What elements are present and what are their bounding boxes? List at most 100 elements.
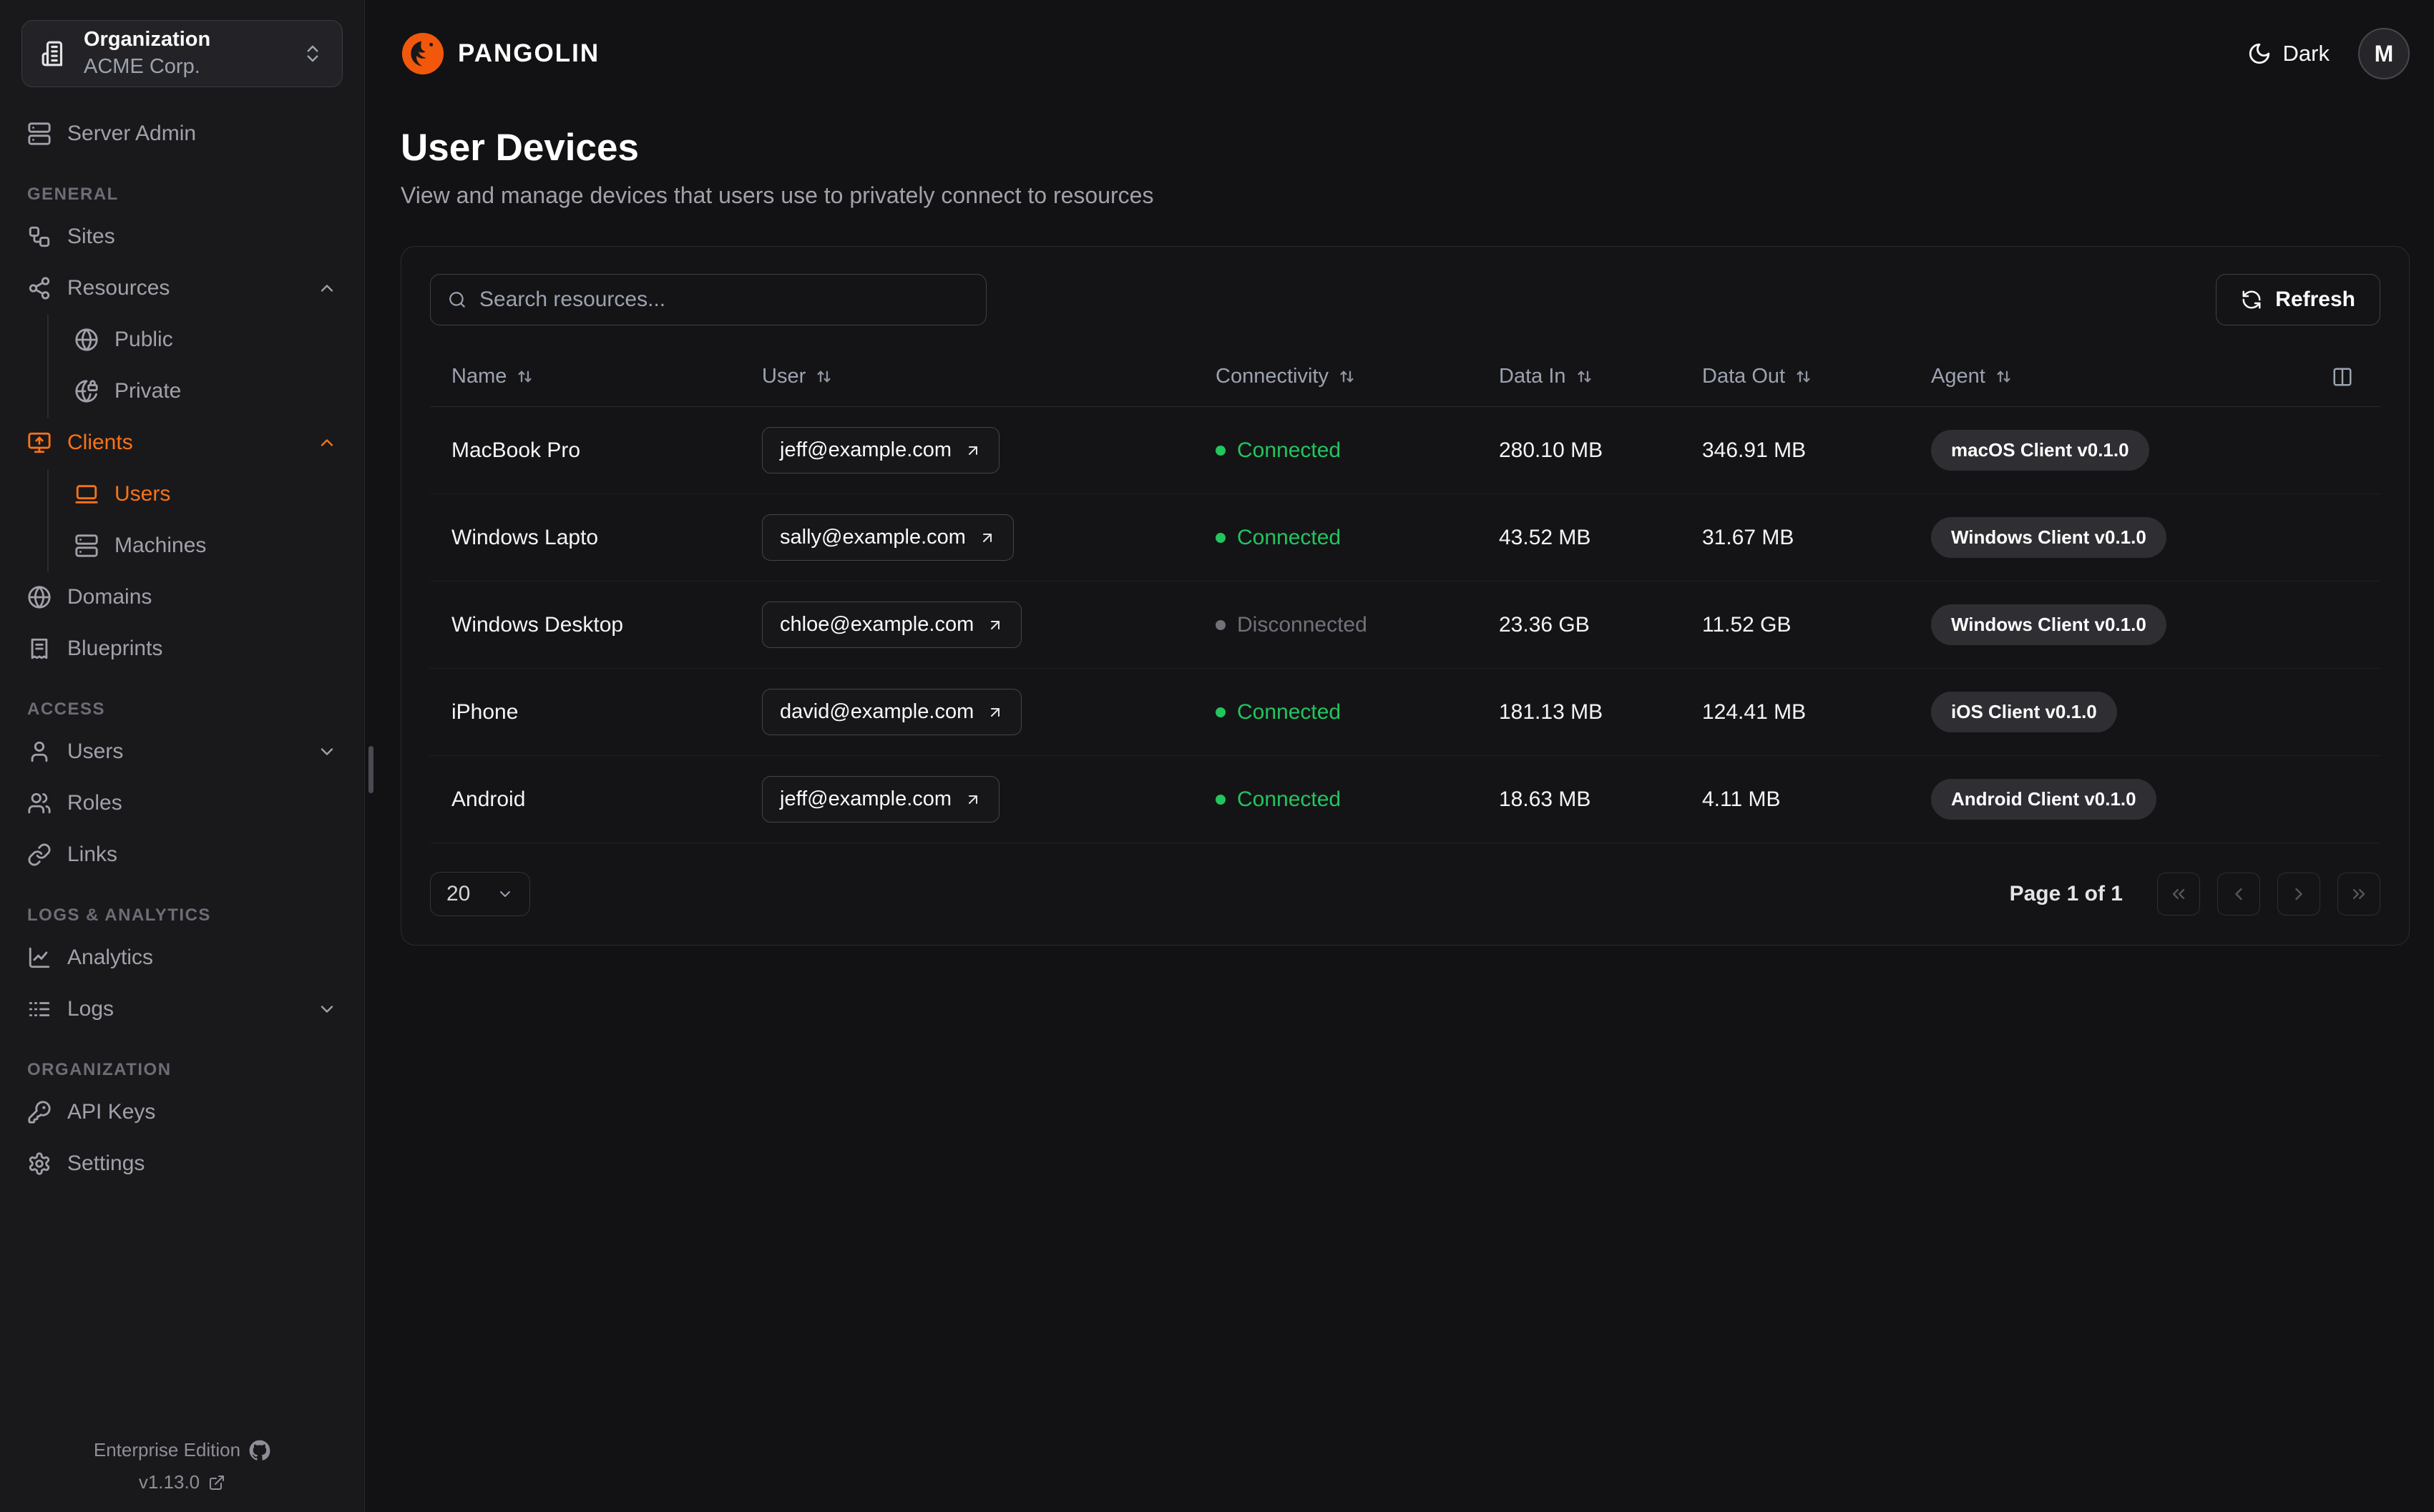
user-link[interactable]: sally@example.com [762,514,1014,561]
top-bar: PANGOLIN Dark M [401,0,2410,107]
server-icon [28,122,51,145]
column-header-agent[interactable]: Agent [1931,365,2380,388]
sidebar-item-analytics[interactable]: Analytics [19,933,346,983]
data-in: 23.36 GB [1499,612,1590,637]
sidebar-item-label: Server Admin [67,122,197,145]
user-link[interactable]: jeff@example.com [762,427,1000,473]
sidebar-item-domains[interactable]: Domains [19,572,346,622]
sidebar-item-clients[interactable]: Clients [19,418,346,468]
page-size-select[interactable]: 20 [430,872,530,916]
avatar[interactable]: M [2358,28,2410,79]
sidebar-item-label: Private [114,379,182,403]
workflow-icon [29,226,50,247]
sidebar-item-blueprints[interactable]: Blueprints [19,624,346,674]
org-switcher[interactable]: Organization ACME Corp. [21,20,343,87]
status-dot [1216,532,1226,543]
sidebar-item-label: API Keys [67,1100,156,1124]
column-visibility-button[interactable] [2332,366,2353,388]
user-link[interactable]: chloe@example.com [762,602,1022,648]
theme-toggle[interactable]: Dark [2247,41,2330,67]
column-header-name[interactable]: Name [430,365,762,388]
org-switcher-value: ACME Corp. [84,55,200,78]
connectivity-status: Connected [1216,526,1499,550]
refresh-button-label: Refresh [2275,288,2355,311]
sidebar-item-resources[interactable]: Resources [19,263,346,313]
table-row: Windows Desktop chloe@example.com Discon… [430,581,2380,669]
brand[interactable]: PANGOLIN [401,31,600,76]
refresh-button[interactable]: Refresh [2216,274,2380,325]
globe-icon [75,328,98,351]
data-in: 18.63 MB [1499,787,1591,811]
resources-sublist: Public Private [47,315,346,418]
sidebar-item-api-keys[interactable]: API Keys [19,1087,346,1137]
column-header-data-in[interactable]: Data In [1499,365,1702,388]
search-input[interactable] [479,288,969,312]
chart-line-icon [29,947,50,968]
sidebar-item-roles[interactable]: Roles [19,778,346,828]
table-header-row: Name User Connectivity Data In Data Out … [430,347,2380,407]
sidebar-item-logs[interactable]: Logs [19,984,346,1034]
sidebar-item-users[interactable]: Users [19,727,346,777]
table-row: iPhone david@example.com Connected 181.1… [430,669,2380,756]
sidebar-item-public[interactable]: Public [66,315,346,365]
sidebar-item-sites[interactable]: Sites [19,212,346,262]
arrow-up-right-icon [991,707,1000,717]
building-icon [41,41,63,67]
first-page-button[interactable] [2157,873,2200,915]
next-page-button[interactable] [2277,873,2320,915]
sidebar-item-label: Links [67,843,118,866]
globe-icon [28,586,51,609]
data-out: 346.91 MB [1702,438,1807,462]
sidebar-item-client-users[interactable]: Users [66,469,346,519]
device-name: Windows Lapto [451,525,599,549]
sidebar-section-logs-analytics: LOGS & ANALYTICS [27,905,211,925]
column-header-connectivity[interactable]: Connectivity [1216,365,1499,388]
user-link[interactable]: jeff@example.com [762,776,1000,823]
status-dot [1216,445,1226,456]
sidebar-item-label: Roles [67,791,122,815]
sidebar-nav: Server Admin GENERAL Sites Resources Pub… [0,109,364,1190]
sidebar-item-settings[interactable]: Settings [19,1139,346,1189]
page-subtitle: View and manage devices that users use t… [401,182,1154,208]
table-toolbar: Refresh [430,274,2380,325]
data-out: 4.11 MB [1702,787,1781,811]
sidebar-scrollbar-thumb[interactable] [368,746,373,793]
sort-icon [518,370,532,383]
connectivity-status: Connected [1216,700,1499,725]
version-link[interactable]: v1.13.0 [139,1471,225,1493]
clients-sublist: Users Machines [47,469,346,572]
sidebar-item-private[interactable]: Private [66,366,346,416]
monitor-up-icon [28,432,51,453]
table-row: Android jeff@example.com Connected 18.63… [430,756,2380,843]
sidebar-item-label: Users [67,740,124,763]
status-dot [1216,707,1226,717]
chevron-up-icon [321,439,333,446]
sidebar-item-server-admin[interactable]: Server Admin [19,109,346,159]
sidebar-item-links[interactable]: Links [19,830,346,880]
user-link[interactable]: david@example.com [762,689,1022,735]
sidebar-item-machines[interactable]: Machines [66,521,346,571]
sort-icon [1797,370,1810,383]
column-header-data-out[interactable]: Data Out [1702,365,1931,388]
moon-icon [2249,43,2269,64]
status-dot [1216,619,1226,630]
sidebar-footer: Enterprise Edition v1.13.0 [0,1439,364,1493]
arrow-up-right-icon [969,795,978,804]
logs-icon [29,1002,50,1016]
sidebar-item-label: Analytics [67,946,154,969]
data-in: 181.13 MB [1499,699,1603,724]
column-header-user[interactable]: User [762,365,1216,388]
agent-badge: Windows Client v0.1.0 [1931,517,2166,558]
data-out: 31.67 MB [1702,525,1794,549]
device-name: Windows Desktop [451,612,624,637]
sidebar-item-label: Resources [67,276,170,300]
key-icon [28,1101,51,1124]
external-link-icon [210,1475,225,1490]
data-out: 124.41 MB [1702,699,1807,724]
pangolin-logo-icon [401,32,444,75]
previous-page-button[interactable] [2217,873,2260,915]
search-box [430,274,987,325]
last-page-button[interactable] [2337,873,2380,915]
sort-icon [1578,370,1590,383]
edition-link[interactable]: Enterprise Edition [94,1439,270,1461]
